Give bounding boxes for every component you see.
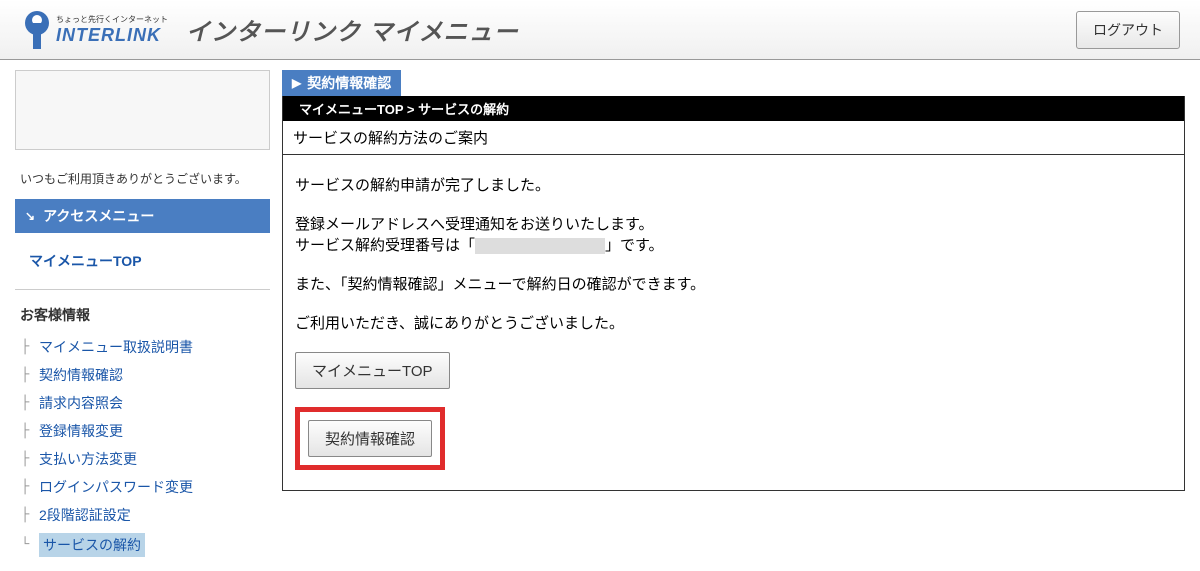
container: いつもご利用頂きありがとうございます。 ↘ アクセスメニュー マイメニューTOP… — [0, 60, 1200, 571]
content-body: サービスの解約申請が完了しました。 登録メールアドレスへ受理通知をお送りいたしま… — [283, 155, 1184, 490]
content-header: ▶ 契約情報確認 — [282, 70, 401, 96]
confirm-info: また、「契約情報確認」メニューで解約日の確認ができます。 — [295, 274, 1172, 295]
nav-link-twofactor[interactable]: 2段階認証設定 — [39, 505, 131, 525]
tree-connector-icon: ├ — [15, 367, 33, 383]
nav-link-cancel[interactable]: サービスの解約 — [39, 533, 145, 557]
arrow-right-icon: ▶ — [292, 76, 301, 90]
header: ちょっと先行くインターネット INTERLINK インターリンク マイメニュー … — [0, 0, 1200, 60]
logo-brand: INTERLINK — [56, 26, 168, 44]
tree-connector-icon: ├ — [15, 507, 33, 523]
nav-item-payment: ├ 支払い方法変更 — [15, 445, 270, 473]
tree-connector-icon: ├ — [15, 479, 33, 495]
logout-button[interactable]: ログアウト — [1076, 11, 1180, 49]
receipt-suffix: 」です。 — [605, 237, 664, 254]
logo-text-group: ちょっと先行くインターネット INTERLINK — [56, 16, 168, 44]
thank-you: ご利用いただき、誠にありがとうございました。 — [295, 313, 1172, 334]
nav-item-contract: ├ 契約情報確認 — [15, 361, 270, 389]
mail-notice: 登録メールアドレスへ受理通知をお送りいたします。 — [295, 214, 1172, 235]
completion-message: サービスの解約申請が完了しました。 — [295, 175, 1172, 196]
greeting-text: いつもご利用頂きありがとうございます。 — [15, 165, 270, 199]
nav-item-billing: ├ 請求内容照会 — [15, 389, 270, 417]
logo-tagline: ちょっと先行くインターネット — [56, 16, 168, 24]
user-info-box — [15, 70, 270, 150]
receipt-prefix: サービス解約受理番号は「 — [295, 237, 475, 254]
content-header-title: 契約情報確認 — [307, 73, 391, 93]
nav-item-twofactor: ├ 2段階認証設定 — [15, 501, 270, 529]
sidebar: いつもご利用頂きありがとうございます。 ↘ アクセスメニュー マイメニューTOP… — [15, 70, 270, 561]
content-box: マイメニューTOP > サービスの解約 サービスの解約方法のご案内 サービスの解… — [282, 96, 1185, 491]
receipt-number-redacted — [475, 238, 605, 254]
mymenu-top-button[interactable]: マイメニューTOP — [295, 352, 450, 389]
tree-connector-icon: ├ — [15, 423, 33, 439]
tree-connector-icon: ├ — [15, 451, 33, 467]
nav-item-password: ├ ログインパスワード変更 — [15, 473, 270, 501]
contract-confirm-button[interactable]: 契約情報確認 — [308, 420, 432, 457]
nav-link-password[interactable]: ログインパスワード変更 — [39, 477, 193, 497]
highlighted-button-wrapper: 契約情報確認 — [295, 407, 445, 470]
mymenu-top-link[interactable]: マイメニューTOP — [15, 233, 270, 290]
customer-info-title: お客様情報 — [15, 300, 270, 333]
tree-connector-icon: ├ — [15, 395, 33, 411]
nav-link-contract[interactable]: 契約情報確認 — [39, 365, 123, 385]
logo-icon — [20, 10, 54, 50]
tree-connector-icon: └ — [15, 537, 33, 553]
receipt-number-line: サービス解約受理番号は「 」です。 — [295, 235, 1172, 256]
button-row-1: マイメニューTOP — [295, 352, 1172, 389]
header-left: ちょっと先行くインターネット INTERLINK インターリンク マイメニュー — [20, 10, 519, 50]
nav-item-cancel: └ サービスの解約 — [15, 529, 270, 561]
nav-link-payment[interactable]: 支払い方法変更 — [39, 449, 137, 469]
nav-list: ├ マイメニュー取扱説明書 ├ 契約情報確認 ├ 請求内容照会 ├ 登録情報変更… — [15, 333, 270, 561]
nav-link-register[interactable]: 登録情報変更 — [39, 421, 123, 441]
access-menu-header: ↘ アクセスメニュー — [15, 199, 270, 233]
access-menu-title: アクセスメニュー — [43, 206, 154, 226]
breadcrumb: マイメニューTOP > サービスの解約 — [283, 96, 1184, 121]
nav-item-register: ├ 登録情報変更 — [15, 417, 270, 445]
main-content: ▶ 契約情報確認 マイメニューTOP > サービスの解約 サービスの解約方法のご… — [282, 70, 1185, 561]
tree-connector-icon: ├ — [15, 339, 33, 355]
logo: ちょっと先行くインターネット INTERLINK — [20, 10, 168, 50]
nav-item-manual: ├ マイメニュー取扱説明書 — [15, 333, 270, 361]
nav-link-manual[interactable]: マイメニュー取扱説明書 — [39, 337, 193, 357]
arrow-down-right-icon: ↘ — [25, 209, 35, 223]
mail-info: 登録メールアドレスへ受理通知をお送りいたします。 サービス解約受理番号は「 」です… — [295, 214, 1172, 256]
page-title: インターリンク マイメニュー — [186, 12, 519, 47]
content-subtitle: サービスの解約方法のご案内 — [283, 121, 1184, 155]
nav-link-billing[interactable]: 請求内容照会 — [39, 393, 123, 413]
